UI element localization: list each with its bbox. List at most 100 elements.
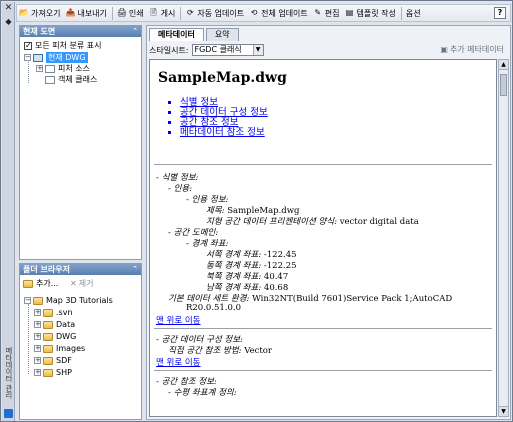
remove-label: 제거 [78,279,94,288]
expand-icon[interactable]: + [36,65,43,72]
auto-update-icon: ⟳ [187,8,194,17]
tree-item-folder[interactable]: + DWG [34,331,76,342]
link-metadata-reference[interactable]: 메타데이터 참조 정보 [180,128,268,138]
edit-button[interactable]: ✎ 편집 [311,5,342,21]
tree-label: 피처 소스 [58,64,90,73]
expand-icon[interactable]: + [34,345,41,352]
tree-item-folder[interactable]: + .svn [34,307,73,318]
sr-sub-heading: - 수평 좌표계 정의: [168,388,237,398]
env-value: Win32NT(Build 7601)Service Pack 1;AutoCA… [252,294,453,304]
auto-update-button[interactable]: ⟳ 자동 업데이트 [183,5,246,21]
autohide-icon[interactable]: ◆ [4,17,13,26]
separator [400,6,402,20]
palette-vertical-title: 메타데이터 관리 [5,347,13,399]
show-all-checkbox[interactable]: 모든 피처 분류 표시 [24,40,102,51]
update-all-label: 전체 업데이트 [261,8,308,18]
tree-item-folder[interactable]: + SDF [34,355,72,366]
edit-label: 편집 [324,8,340,18]
tree-item-folder[interactable]: + Data [34,319,75,330]
add-metadata-icon: ▣ [440,45,448,54]
expand-icon[interactable]: + [34,357,41,364]
current-drawing-header[interactable]: 현재 도면 ⌃ [20,26,141,37]
collapse-icon[interactable]: − [24,54,31,61]
add-metadata-label: 추가 메타데이터 [449,45,504,54]
sdo-value: Vector [244,346,272,356]
sdo-label: 직접 공간 참조 방법: [168,346,242,356]
divider [154,370,492,371]
tree-item-root[interactable]: − Map 3D Tutorials [24,295,113,306]
template-icon: ▤ [345,8,354,17]
folder-icon [43,368,53,377]
remove-folder-button[interactable]: ✕ 제거 [70,278,93,289]
publish-button[interactable]: 🗎 게시 [147,5,178,21]
expand-icon[interactable]: + [34,309,41,316]
print-button[interactable]: 🖨 인쇄 [115,5,146,21]
expand-icon[interactable]: + [34,333,41,340]
import-label: 가져오기 [31,8,61,18]
checkbox-icon[interactable] [24,41,32,50]
metadata-main-area: 메타데이터 요약 스타일시트: FGDC 클래식 ▼ ▣ 추가 메타데이터 Samp… [146,25,511,420]
tree-item-current-dwg[interactable]: − 현재 DWG [24,52,88,63]
tree-label: Images [56,344,86,353]
remove-icon: ✕ [70,279,77,288]
expand-icon[interactable]: + [34,321,41,328]
folder-icon [43,332,53,341]
expand-icon[interactable]: + [34,369,41,376]
tree-item-folder[interactable]: + SHP [34,367,72,378]
options-label: 옵션 [405,8,421,18]
tab-metadata[interactable]: 메타데이터 [149,28,204,41]
print-label: 인쇄 [128,8,144,18]
help-button[interactable]: ? [494,7,506,19]
tree-item-folder[interactable]: + Images [34,343,85,354]
separator [111,6,113,20]
separator [180,6,182,20]
edit-icon: ✎ [314,8,322,17]
export-icon: 📤 [65,8,76,17]
current-drawing-panel: 현재 도면 ⌃ 모든 피처 분류 표시 − 현재 DWG + 피처 소스 객체 클래스 [19,25,142,260]
tree-label: SHP [56,368,72,377]
back-to-top-link[interactable]: 맨 위로 이동 [156,356,201,368]
tree-label: DWG [56,332,77,341]
format-value: vector digital data [339,217,419,227]
tree-item-feature-sources[interactable]: + 피처 소스 [36,63,90,74]
import-button[interactable]: 📂 가져오기 [17,5,62,21]
folder-browser-header[interactable]: 폴더 브라우저 ⌃ [20,264,141,275]
panel-title: 현재 도면 [23,27,56,36]
chevron-down-icon[interactable]: ▼ [252,45,263,55]
stylesheet-select[interactable]: FGDC 클래식 ▼ [191,44,264,56]
scroll-down-icon[interactable]: ▼ [499,406,508,416]
collapse-icon[interactable]: ⌃ [132,264,138,275]
tree-label: 현재 DWG [46,52,88,63]
document-scrollbar[interactable]: ▲ ▼ [498,59,509,417]
folder-icon [43,344,53,353]
update-all-button[interactable]: ⟲ 전체 업데이트 [247,5,310,21]
metadata-palette-window: ✕ ◆ 메타데이터 관리 📂 가져오기 📤 내보내기 🖨 인쇄 🗎 게시 ⟳ 자동 업데이… [0,0,513,422]
create-template-button[interactable]: ▤ 템플릿 작성 [343,5,398,21]
format-label: 지형 공간 데이터 프리젠테이션 양식: [206,217,337,227]
add-metadata-button[interactable]: ▣ 추가 메타데이터 [440,44,504,55]
folder-browser-panel: 폴더 브라우저 ⌃ 추가... ✕ 제거 − Map 3D Tutorials + .s… [19,263,142,420]
env-value-cont: R20.0.51.0.0 [186,303,242,313]
export-button[interactable]: 📤 내보내기 [63,5,108,21]
close-icon[interactable]: ✕ [4,4,13,13]
folder-icon [43,308,53,317]
toolbar: 📂 가져오기 📤 내보내기 🖨 인쇄 🗎 게시 ⟳ 자동 업데이트 ⟲ 전체 업데이트 ✎ 편… [16,4,511,22]
tree-item-object-classes[interactable]: 객체 클래스 [45,74,97,85]
tree-line [28,304,29,374]
object-class-icon [45,75,55,84]
scroll-thumb[interactable] [500,74,507,96]
show-all-label: 모든 피처 분류 표시 [35,41,102,50]
back-to-top-link[interactable]: 맨 위로 이동 [156,314,201,326]
tab-summary[interactable]: 요약 [205,28,239,41]
stylesheet-value: FGDC 클래식 [194,45,242,54]
options-button[interactable]: 옵션 [404,5,423,21]
divider [154,328,492,329]
collapse-icon[interactable]: − [24,297,31,304]
template-label: 템플릿 작성 [356,8,396,18]
format-row: 지형 공간 데이터 프리젠테이션 양식: vector digital data [206,215,419,227]
collapse-icon[interactable]: ⌃ [132,26,138,37]
add-folder-button[interactable]: 추가... [23,278,58,289]
scroll-up-icon[interactable]: ▲ [499,60,508,70]
feature-source-icon [45,64,55,73]
app-logo-icon [4,409,13,418]
